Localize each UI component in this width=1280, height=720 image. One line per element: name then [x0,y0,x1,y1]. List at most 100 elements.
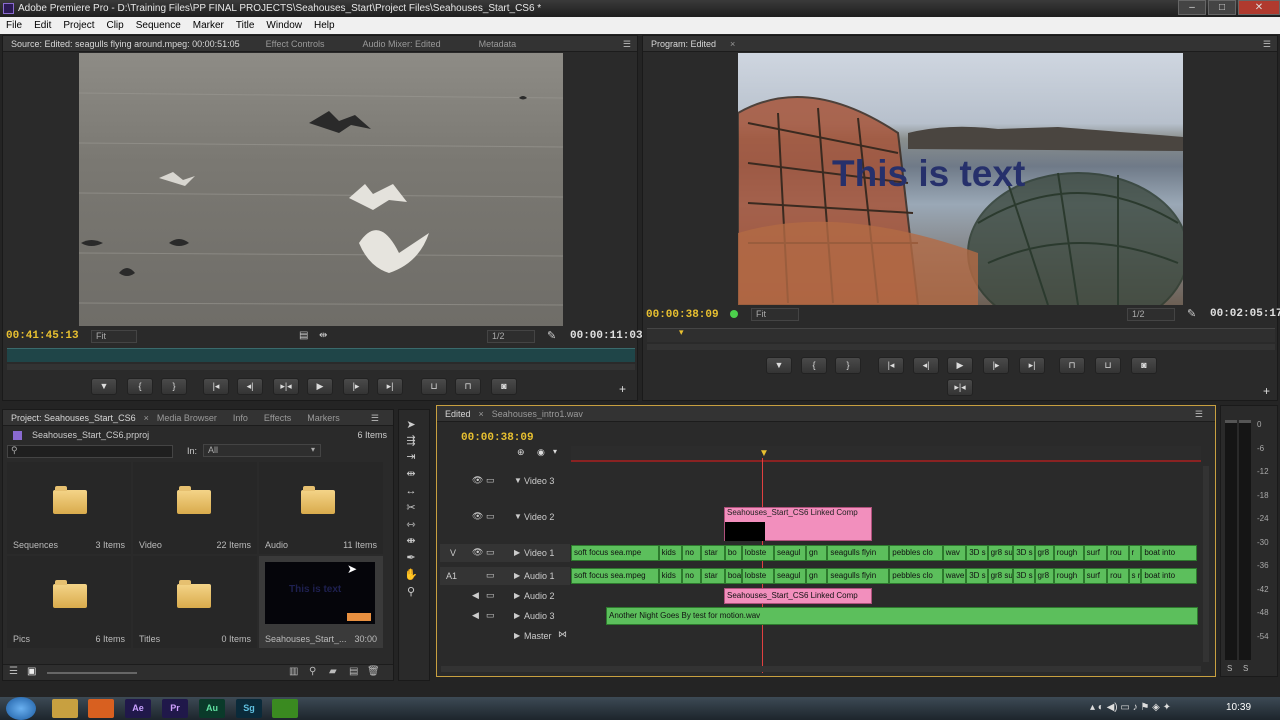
audio1-clip[interactable]: 3D s [1013,568,1035,584]
video1-clip[interactable]: soft focus sea.mpe [571,545,659,561]
in-filter-dropdown[interactable]: All [203,444,321,457]
source-zoom-scrollbar[interactable] [7,364,635,370]
minimize-button[interactable]: – [1178,0,1206,15]
timeline-timecode[interactable]: 00:00:38:09 [461,432,534,444]
expand-track-icon[interactable]: ▼ [514,512,522,521]
rate-stretch-tool-icon[interactable]: ↔ [404,484,418,498]
sequence-item[interactable]: This is text Seahouses_Start_... 30:00 [259,556,383,648]
menu-help[interactable]: Help [308,17,341,34]
timeline-ruler[interactable]: ▼ [571,446,1201,462]
audio2-linked-comp-clip[interactable]: Seahouses_Start_CS6 Linked Comp [724,588,872,604]
timeline-scrollbar-vertical[interactable] [1203,466,1209,662]
tab-metadata[interactable]: Metadata [471,39,525,49]
audio1-clip[interactable]: gn [805,568,828,584]
audio1-clip[interactable]: gr8 [1034,568,1054,584]
export-frame-button[interactable]: ◙ [1131,357,1157,374]
tab-audio-mixer[interactable]: Audio Mixer: Edited [355,39,449,49]
program-zoom-scrollbar[interactable] [647,344,1275,350]
export-frame-button[interactable]: ◙ [491,378,517,395]
camtasia-icon[interactable] [272,699,298,718]
audio1-clip[interactable]: lobste [741,568,774,584]
audio1-clip[interactable]: gr8 su [987,568,1014,584]
step-back-button[interactable]: ◂| [913,357,939,374]
track-header-master[interactable]: ▶ Master ⋈ [440,627,570,645]
search-field[interactable]: ⚲ [7,445,173,458]
panel-menu-icon[interactable]: ☰ [1263,39,1271,50]
menu-title[interactable]: Title [230,17,261,34]
add-marker-button[interactable]: ▼ [91,378,117,395]
bin-pics[interactable]: Pics 6 Items [7,556,131,648]
tab-sequence-edited[interactable]: Edited [437,409,479,419]
track-header-video2[interactable]: 👁 ▭ ▼ Video 2 [440,508,570,526]
list-view-icon[interactable]: ☰ [9,666,18,677]
lock-icon[interactable]: ▭ [486,570,495,581]
premiere-icon[interactable]: Pr [162,699,188,718]
new-item-icon[interactable]: ▤ [349,666,358,677]
maximize-button[interactable]: □ [1208,0,1236,15]
panel-menu-icon[interactable]: ☰ [371,413,379,424]
expand-track-icon[interactable]: ▶ [514,571,520,580]
lock-icon[interactable]: ▭ [486,475,495,486]
menu-project[interactable]: Project [57,17,100,34]
close-button[interactable]: ✕ [1238,0,1280,15]
audio1-clip[interactable]: star [701,568,725,584]
video1-clip[interactable]: surf [1083,545,1108,561]
wrench-icon[interactable]: ✎ [547,329,556,342]
audio1-clip[interactable]: no [682,568,702,584]
menu-clip[interactable]: Clip [100,17,129,34]
find-icon[interactable]: ⚲ [309,666,316,677]
audio1-clip[interactable]: boat into [1141,568,1197,584]
lock-icon[interactable]: ▭ [486,511,495,522]
bin-titles[interactable]: Titles 0 Items [133,556,257,648]
audio1-clip[interactable]: surf [1083,568,1108,584]
tab-effect-controls[interactable]: Effect Controls [258,39,333,49]
zoom-tool-icon[interactable]: ⚲ [404,585,418,599]
extract-button[interactable]: ⊔ [1095,357,1121,374]
source-patch-a1[interactable]: A1 [446,571,457,581]
source-patch-v[interactable]: V [450,548,456,558]
video1-clip[interactable]: gr8 [1034,545,1054,561]
menu-edit[interactable]: Edit [28,17,57,34]
menu-marker[interactable]: Marker [187,17,230,34]
bin-audio[interactable]: Audio 11 Items [259,462,383,554]
play-in-out-button[interactable]: ▸|◂ [273,378,299,395]
solo-button-left[interactable]: S [1227,664,1232,673]
program-resolution-dropdown[interactable]: 1/2 [1127,308,1175,321]
video1-clip[interactable]: 3D s [966,545,988,561]
start-button[interactable] [6,697,36,720]
tray-icons[interactable]: ▴ ◐ ◀) ▭ ♪ ⚑ ◈ ✦ [1090,702,1171,713]
video1-clip[interactable]: gn [805,545,828,561]
add-marker-button[interactable]: ▼ [766,357,792,374]
marker-menu-icon[interactable]: ▾ [553,447,557,456]
icon-view-icon[interactable]: ▣ [27,666,36,677]
menu-window[interactable]: Window [260,17,308,34]
new-bin-icon[interactable]: ▰ [329,666,337,677]
pen-tool-icon[interactable]: ✒ [404,551,418,565]
zoom-slider[interactable] [47,672,137,674]
insert-button[interactable]: ⊔ [421,378,447,395]
mark-in-button[interactable]: { [801,357,827,374]
explorer-icon[interactable] [52,699,78,718]
go-to-out-button[interactable]: ▸| [1019,357,1045,374]
wrench-icon[interactable]: ✎ [1187,307,1196,320]
tab-seahouses-intro[interactable]: Seahouses_intro1.wav [484,409,591,419]
video1-clip[interactable]: no [682,545,702,561]
lock-icon[interactable]: ▭ [486,547,495,558]
track-select-tool-icon[interactable]: ⇶ [404,434,418,448]
video1-clip[interactable]: pebbles clo [889,545,943,561]
add-button-icon[interactable]: + [619,382,626,396]
tab-media-browser[interactable]: Media Browser [149,413,225,423]
audio1-clip[interactable]: soft focus sea.mpeg [571,568,659,584]
speaker-icon[interactable]: ◀ [472,610,479,621]
eye-icon[interactable]: 👁 [472,547,483,558]
solo-button-right[interactable]: S [1243,664,1248,673]
menu-file[interactable]: File [0,17,28,34]
mark-out-button[interactable]: } [161,378,187,395]
delete-icon[interactable]: 🗑 [367,666,380,677]
snap-icon[interactable]: ⊕ [517,447,525,458]
tab-program[interactable]: Program: Edited [643,39,724,49]
step-forward-button[interactable]: |▸ [343,378,369,395]
audio1-clip[interactable]: 3D s [966,568,988,584]
tab-source[interactable]: Source: Edited: seagulls flying around.m… [3,39,248,49]
after-effects-icon[interactable]: Ae [125,699,151,718]
